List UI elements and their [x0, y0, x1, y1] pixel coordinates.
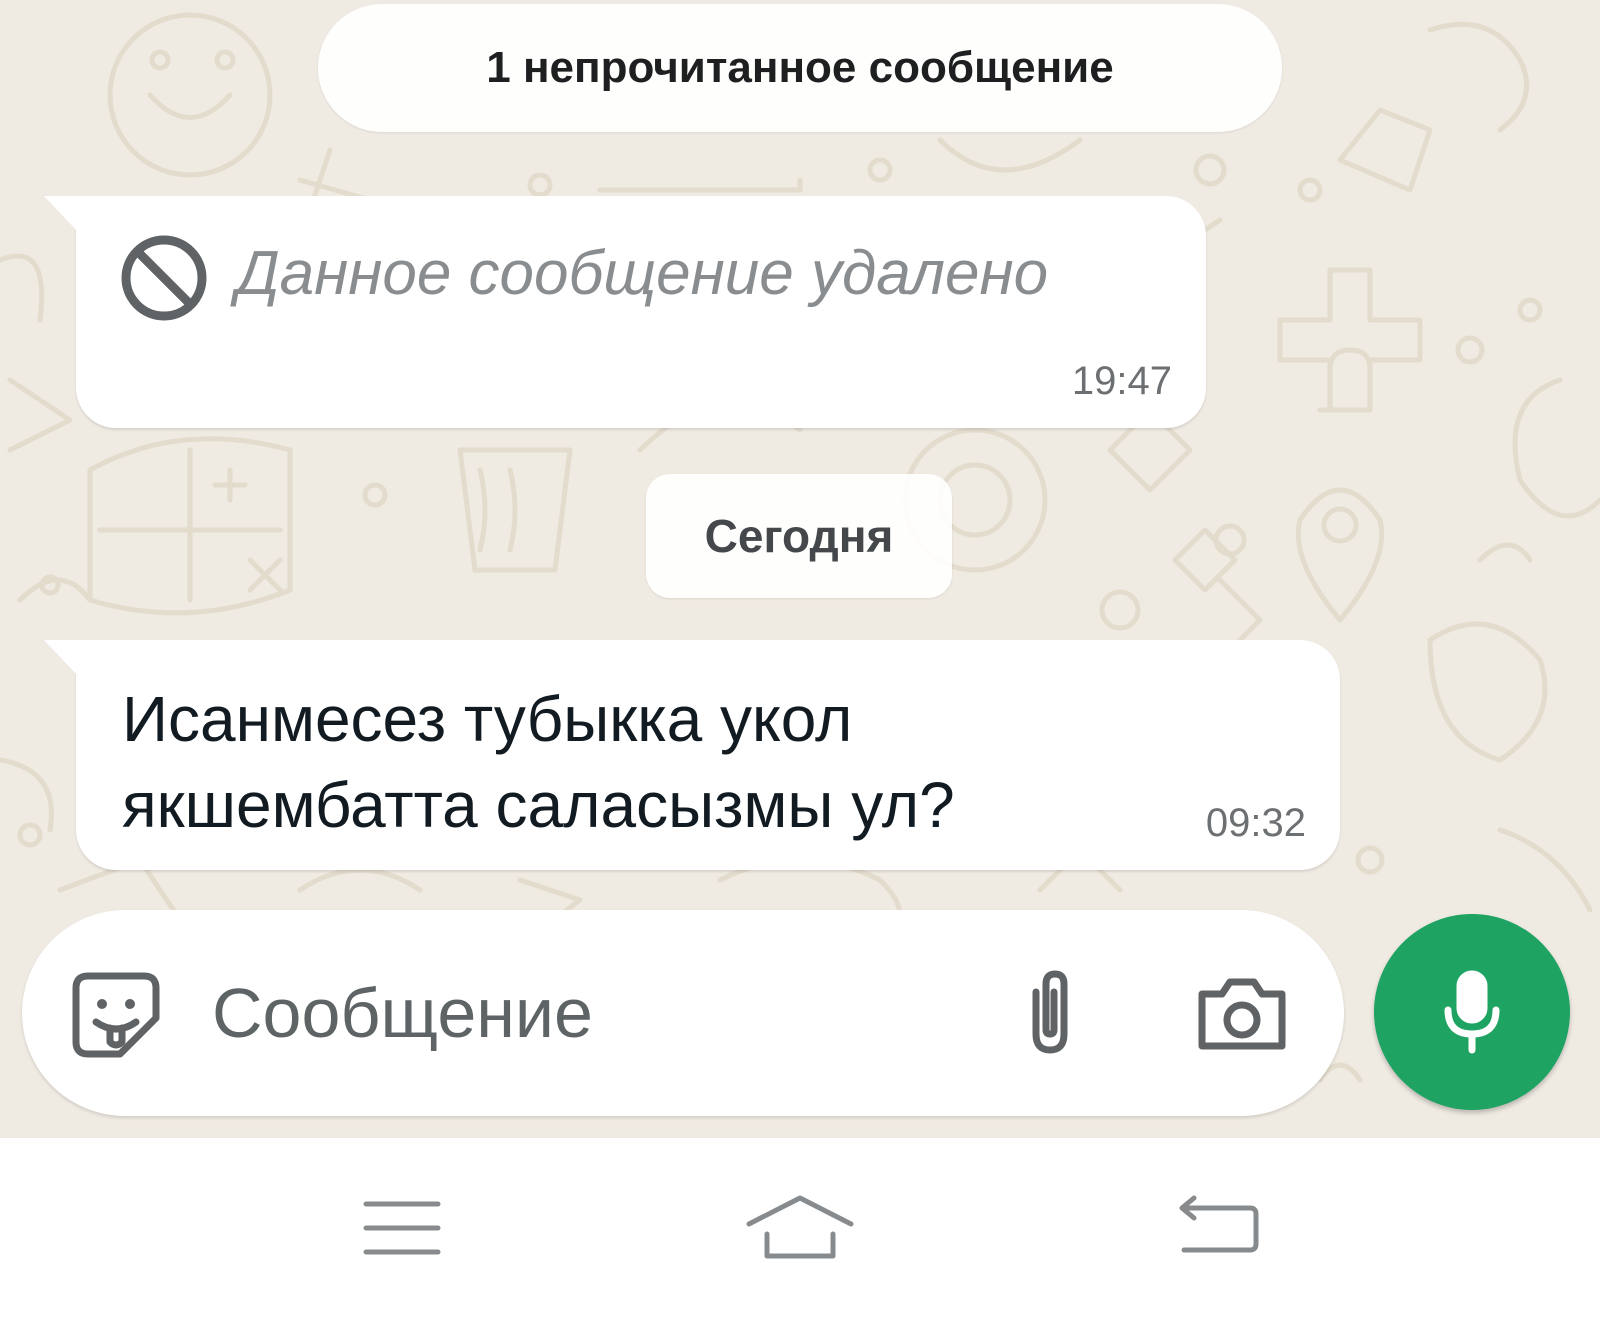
paperclip-icon[interactable] — [1002, 966, 1098, 1062]
camera-icon[interactable] — [1192, 966, 1292, 1062]
microphone-icon — [1444, 970, 1500, 1054]
message-input[interactable] — [212, 958, 972, 1068]
bubble-tail — [44, 640, 78, 676]
deleted-message-text: Данное сообщение удалено — [236, 239, 1049, 308]
message-timestamp: 09:32 — [1205, 801, 1306, 845]
date-divider: Сегодня — [646, 474, 952, 598]
message-timestamp: 19:47 — [1071, 359, 1172, 403]
incoming-message-bubble[interactable]: Исанмесез тубыкка укол якшембатта саласы… — [44, 640, 1340, 870]
recents-icon[interactable] — [348, 1186, 458, 1266]
microphone-button[interactable] — [1374, 914, 1570, 1110]
system-navigation-bar — [0, 1138, 1600, 1324]
message-text: Исанмесез тубыкка укол якшембатта саласы… — [122, 683, 955, 841]
chat-area[interactable]: 1 непрочитанное сообщение Данное сообщен… — [0, 0, 1600, 1138]
home-icon[interactable] — [745, 1186, 855, 1266]
prohibited-icon — [121, 235, 207, 321]
message-composer — [22, 910, 1344, 1116]
back-icon[interactable] — [1170, 1186, 1280, 1266]
unread-messages-banner: 1 непрочитанное сообщение — [318, 4, 1282, 132]
deleted-message-bubble[interactable]: Данное сообщение удалено 19:47 — [44, 196, 1206, 428]
bubble-tail — [44, 196, 78, 232]
sticker-face-icon[interactable] — [68, 966, 164, 1062]
